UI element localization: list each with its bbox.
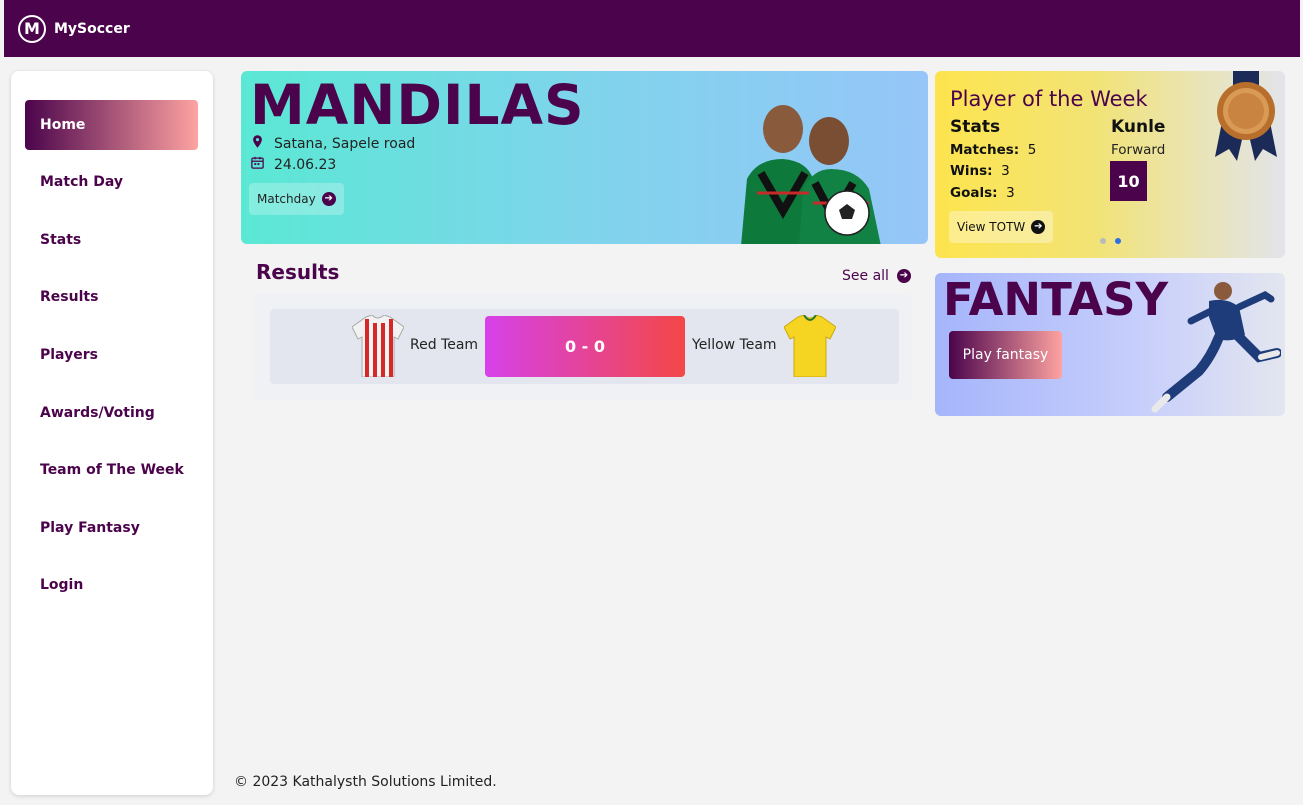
carousel-dot-active[interactable]	[1115, 238, 1121, 244]
stat-goals: Goals: 3	[950, 185, 1015, 201]
sidebar-item-players[interactable]: Players	[25, 330, 198, 380]
potw-title: Player of the Week	[950, 87, 1148, 111]
logo-icon: M	[18, 14, 46, 43]
sidebar: Home Match Day Stats Results Players Awa…	[11, 71, 213, 795]
stat-matches: Matches: 5	[950, 142, 1036, 158]
soccer-player-image	[1151, 282, 1281, 413]
app-name: MySoccer	[54, 20, 130, 37]
matchday-banner: MANDILAS Satana, Sapele road 24.06.23 Ma…	[241, 71, 928, 244]
medal-icon	[1215, 71, 1277, 161]
stat-label: Matches:	[950, 142, 1020, 158]
view-totw-label: View TOTW	[957, 220, 1026, 234]
arrow-right-icon: ➔	[321, 192, 336, 206]
sidebar-item-login[interactable]: Login	[25, 560, 198, 610]
stat-label: Wins:	[950, 163, 993, 179]
matchday-button-label: Matchday	[257, 192, 316, 206]
location-pin-icon	[250, 134, 265, 153]
potw-player-position: Forward	[1111, 142, 1166, 158]
stat-label: Goals:	[950, 185, 998, 201]
home-team-name: Red Team	[410, 337, 479, 353]
banner-location: Satana, Sapele road	[250, 134, 415, 153]
sidebar-item-match-day[interactable]: Match Day	[25, 157, 198, 207]
stat-value: 3	[1006, 185, 1015, 201]
stat-value: 3	[1001, 163, 1010, 179]
yellow-jersey-icon	[784, 315, 836, 377]
sidebar-item-play-fantasy[interactable]: Play Fantasy	[25, 503, 198, 553]
see-all-label: See all	[842, 268, 889, 284]
match-result-row[interactable]: Red Team 0 - 0 Yellow Team	[270, 309, 899, 384]
date-text: 24.06.23	[274, 156, 337, 173]
matchday-button[interactable]: Matchday ➔	[249, 183, 344, 215]
arrow-right-icon: ➔	[896, 269, 911, 283]
potw-stats-heading: Stats	[950, 117, 1001, 137]
footer-copyright: © 2023 Kathalysth Solutions Limited.	[234, 774, 497, 790]
results-section: Results See all ➔	[256, 260, 916, 284]
sidebar-item-home[interactable]: Home	[25, 100, 198, 150]
app-logo[interactable]: M MySoccer	[18, 14, 130, 43]
calendar-icon	[250, 155, 265, 174]
sidebar-item-results[interactable]: Results	[25, 272, 198, 322]
carousel-dot[interactable]	[1100, 238, 1106, 244]
fantasy-title: FANTASY	[943, 273, 1169, 326]
location-text: Satana, Sapele road	[274, 135, 416, 152]
arrow-right-icon: ➔	[1031, 220, 1046, 234]
kids-photo	[741, 105, 881, 244]
banner-date: 24.06.23	[250, 155, 336, 174]
away-team-name: Yellow Team	[692, 337, 777, 353]
results-title: Results	[256, 260, 340, 284]
fantasy-card: FANTASY Play fantasy	[935, 273, 1285, 416]
match-score: 0 - 0	[485, 316, 685, 377]
sidebar-item-stats[interactable]: Stats	[25, 215, 198, 265]
see-all-link[interactable]: See all ➔	[842, 268, 911, 284]
sidebar-item-team-of-the-week[interactable]: Team of The Week	[25, 445, 198, 495]
stat-value: 5	[1027, 142, 1037, 158]
sidebar-item-awards-voting[interactable]: Awards/Voting	[25, 388, 198, 438]
stat-wins: Wins: 3	[950, 163, 1010, 179]
top-bar: M MySoccer	[4, 0, 1300, 57]
player-of-week-card: Player of the Week Stats Matches: 5 Wins…	[935, 71, 1285, 258]
view-totw-button[interactable]: View TOTW ➔	[949, 211, 1054, 243]
play-fantasy-button[interactable]: Play fantasy	[949, 331, 1062, 379]
potw-player-number: 10	[1110, 161, 1147, 201]
red-jersey-icon	[352, 315, 404, 377]
potw-player-name: Kunle	[1111, 117, 1166, 137]
banner-title: MANDILAS	[250, 73, 585, 137]
